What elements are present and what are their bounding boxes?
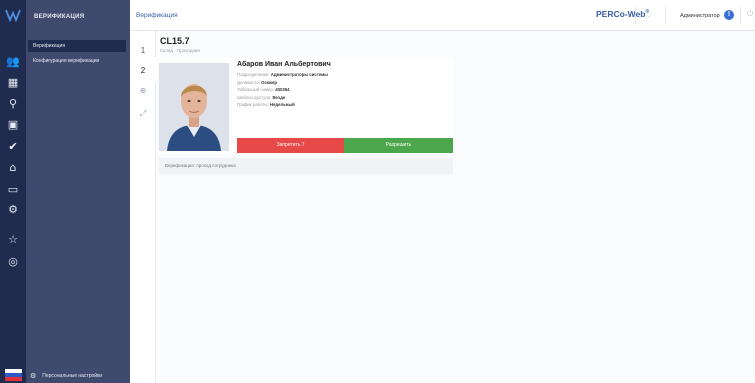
field-department: Подразделение: Администраторы системы	[237, 72, 328, 77]
field-personnel-number: Табельный номер: 400354	[237, 87, 290, 93]
verification-icon[interactable]: ✔	[0, 137, 26, 155]
notifications-icon[interactable]: ◌	[645, 9, 652, 18]
monitor-icon[interactable]: ▭	[0, 180, 26, 198]
language-flag-icon[interactable]	[5, 369, 22, 381]
page-title: Верификация	[136, 12, 178, 19]
divider	[740, 7, 741, 24]
gear-icon: ⚙	[30, 372, 37, 380]
main-content: CL15.7 Склад · Проходная Абаров Иван Аль…	[157, 31, 755, 383]
camera-icon[interactable]: ▣	[0, 115, 26, 133]
employee-photo	[159, 63, 229, 151]
personal-settings-link[interactable]: ⚙ Персональные настройки	[30, 372, 102, 380]
verification-status: Верификация: проход сотрудника	[159, 158, 453, 174]
sidebar: ВЕРИФИКАЦИЯ Верификация Конфигурация вер…	[26, 0, 130, 383]
camera-record-icon[interactable]: ◎	[0, 252, 26, 270]
user-info-icon[interactable]: !	[724, 10, 734, 20]
star-icon[interactable]: ☆	[0, 230, 26, 248]
allow-button[interactable]: Разрешить	[344, 138, 453, 153]
device-subtitle: Склад · Проходная	[160, 48, 200, 53]
top-bar: Верификация PERCo-Web® ◌ Администратор !…	[130, 0, 755, 31]
user-name[interactable]: Администратор	[680, 13, 720, 19]
sidebar-item-verification[interactable]: Верификация	[28, 40, 126, 52]
settings-gear-icon[interactable]: ⚙	[0, 200, 26, 218]
person-name: Абаров Иван Альбертович	[237, 61, 331, 68]
icon-bar: 👥 ▦ ⚲ ▣ ✔ ⌂ ▭ ⚙ ☆ ◎	[0, 0, 26, 383]
users-icon[interactable]: 👥	[0, 52, 26, 70]
device-title: CL15.7	[160, 36, 190, 46]
building-icon[interactable]: ▦	[0, 73, 26, 91]
add-device-icon[interactable]: ⊕	[130, 77, 156, 103]
field-work-schedule: График работы: Недельный	[237, 102, 295, 108]
deny-button[interactable]: Запретить 7	[237, 138, 344, 153]
access-icon[interactable]: ⌂	[0, 158, 26, 176]
field-access-template: Шаблон доступа: Везде	[237, 94, 286, 100]
expand-icon[interactable]: ⤢	[130, 101, 156, 127]
field-position: Должность: Оскжер	[237, 79, 278, 85]
device-tabs: 1 2 ⊕ ⤢	[130, 31, 156, 383]
logout-icon[interactable]: ⏻	[747, 9, 753, 19]
person-info: Абаров Иван Альбертович Подразделение: А…	[237, 61, 331, 109]
sidebar-item-verification-config[interactable]: Конфигурация верификации	[28, 55, 126, 67]
search-person-icon[interactable]: ⚲	[0, 94, 26, 112]
brand-logo: PERCo-Web®	[596, 9, 650, 19]
sidebar-title: ВЕРИФИКАЦИЯ	[34, 14, 85, 20]
divider	[665, 7, 666, 24]
divider	[635, 7, 636, 24]
perco-logo-icon[interactable]	[0, 0, 26, 30]
personal-settings-label: Персональные настройки	[42, 373, 103, 379]
